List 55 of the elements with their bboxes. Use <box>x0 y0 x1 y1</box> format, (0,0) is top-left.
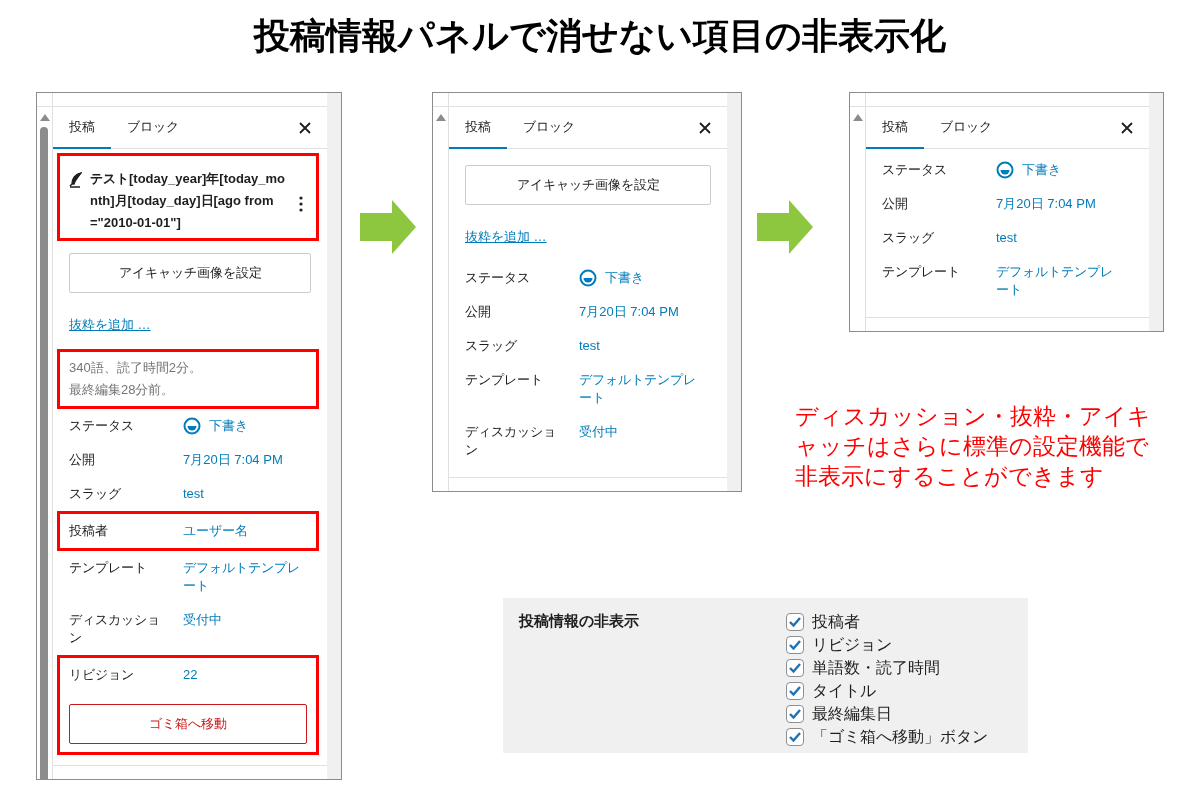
field-label: ステータス <box>465 268 531 287</box>
note-text: ディスカッション・抜粋・アイキャッチはさらに標準の設定機能で非表示にすることができます <box>795 402 1152 491</box>
checkbox-label: 最終編集日 <box>812 704 892 724</box>
post-title: テスト[today_year]年[today_month]月[today_day]日[ago from="2010-01-01"] <box>90 170 287 232</box>
excerpt-link[interactable]: 抜粋を追加 … <box>465 229 547 244</box>
excerpt-link[interactable]: 抜粋を追加 … <box>69 317 151 332</box>
meta-text: 340語、読了時間2分。 <box>69 358 203 377</box>
field-value[interactable]: test <box>183 484 311 503</box>
field-value[interactable]: test <box>996 229 1133 247</box>
field-value[interactable]: 下書き <box>209 416 248 435</box>
panel-tab[interactable]: 投稿 <box>53 107 111 149</box>
field-value[interactable]: 7月20日 7:04 PM <box>579 302 711 321</box>
field-label: スラッグ <box>69 484 122 503</box>
checkbox-label: 「ゴミ箱へ移動」ボタン <box>812 727 988 747</box>
panel-tab[interactable]: ブロック <box>924 107 1008 149</box>
field-label: テンプレート <box>69 558 148 577</box>
field-value[interactable]: デフォルトテンプレート <box>579 370 711 407</box>
panel-tab[interactable]: ブロック <box>507 107 591 149</box>
panel-tab[interactable]: 投稿 <box>866 107 924 149</box>
field-label: 公開 <box>465 302 492 321</box>
field-label: スラッグ <box>882 229 935 247</box>
meta-text: 最終編集28分前。 <box>69 380 176 399</box>
panel-tab[interactable]: ブロック <box>111 107 195 149</box>
checkbox-label: 投稿者 <box>812 612 860 632</box>
page-title: 投稿情報パネルで消せない項目の非表示化 <box>252 14 947 58</box>
field-value[interactable]: 下書き <box>1022 161 1061 179</box>
panel-tab[interactable]: 投稿 <box>449 107 507 149</box>
checkbox-label: リビジョン <box>812 635 892 655</box>
field-label: 公開 <box>69 450 96 469</box>
field-label: 投稿者 <box>69 521 109 540</box>
field-value[interactable]: 22 <box>183 665 307 684</box>
checkbox-label: タイトル <box>812 681 876 701</box>
field-value[interactable]: 受付中 <box>183 610 311 647</box>
settings-heading: 投稿情報の非表示 <box>519 612 640 631</box>
field-value[interactable]: デフォルトテンプレート <box>996 263 1133 299</box>
checkbox-label: 単語数・読了時間 <box>812 658 940 678</box>
field-value[interactable]: ユーザー名 <box>183 521 307 540</box>
field-label: スラッグ <box>465 336 518 355</box>
field-label: ステータス <box>882 161 948 179</box>
field-value[interactable]: test <box>579 336 711 355</box>
field-value[interactable]: 7月20日 7:04 PM <box>183 450 311 469</box>
field-value[interactable]: 受付中 <box>579 422 711 459</box>
field-label: ディスカッション <box>465 422 557 459</box>
field-value[interactable]: 7月20日 7:04 PM <box>996 195 1133 213</box>
field-label: リビジョン <box>69 665 135 684</box>
field-label: テンプレート <box>882 263 961 281</box>
featured-image-button[interactable]: アイキャッチ画像を設定 <box>69 253 311 293</box>
field-label: ディスカッション <box>69 610 161 647</box>
field-label: テンプレート <box>465 370 544 389</box>
featured-image-button[interactable]: アイキャッチ画像を設定 <box>465 165 711 205</box>
field-label: ステータス <box>69 416 135 435</box>
field-label: 公開 <box>882 195 909 213</box>
field-value[interactable]: デフォルトテンプレート <box>183 558 311 595</box>
trash-button[interactable]: ゴミ箱へ移動 <box>69 703 307 744</box>
field-value[interactable]: 下書き <box>605 268 644 287</box>
